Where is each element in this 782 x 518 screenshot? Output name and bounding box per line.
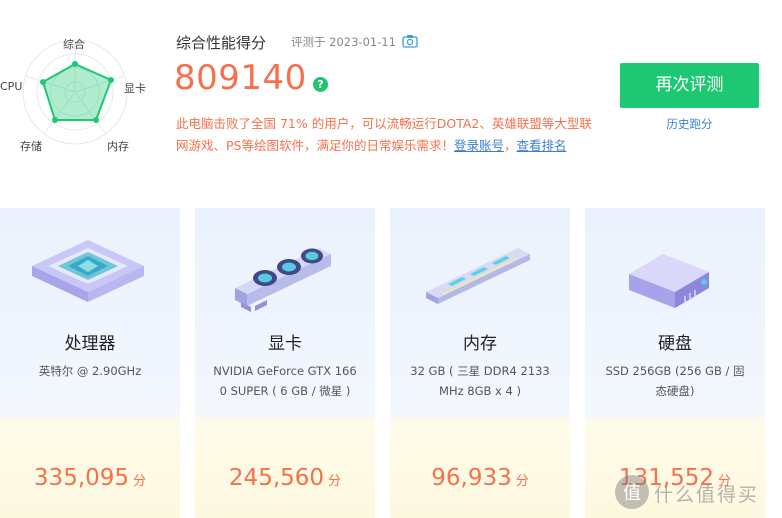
site-watermark: 值 什么值得买	[608, 468, 782, 518]
camera-icon[interactable]	[402, 33, 418, 48]
ranking-link[interactable]: 查看排名	[517, 138, 567, 153]
radar-point-storage	[52, 117, 58, 123]
cpu-card[interactable]: 处理器 英特尔 @ 2.90GHz 335,095 分	[0, 208, 180, 518]
card-title: 硬盘	[658, 334, 692, 354]
radar-point-gpu	[108, 77, 114, 83]
score-value: 96,933	[431, 465, 512, 491]
radar-point-overall	[72, 61, 78, 67]
test-date: 评测于 2023-01-11	[291, 35, 396, 49]
card-spec: SSD 256GB (256 GB / 固态硬盘)	[605, 364, 745, 398]
card-title: 处理器	[64, 334, 116, 354]
radar-label-overall: 综合	[63, 38, 85, 51]
card-spec: NVIDIA GeForce GTX 1660 SUPER ( 6 GB / 微…	[213, 364, 357, 398]
radar-label-storage: 存储	[20, 140, 42, 153]
memory-card[interactable]: 内存 32 GB ( 三星 DDR4 2133MHz 8GB x 4 ) 96,…	[390, 208, 570, 518]
hard-drive-icon	[585, 236, 765, 316]
score-unit: 分	[328, 474, 342, 489]
retest-button[interactable]: 再次评测	[620, 63, 759, 108]
history-scores-link[interactable]: 历史跑分	[620, 116, 759, 132]
radar-point-cpu	[40, 79, 46, 85]
score-unit: 分	[133, 474, 147, 489]
cpu-chip-icon	[0, 236, 180, 316]
score-unit: 分	[515, 474, 529, 489]
radar-point-memory	[93, 117, 99, 123]
result-description: 此电脑击败了全国 71% 的用户，可以流畅运行DOTA2、英雄联盟等大型联网游戏…	[176, 113, 596, 157]
score-value: 335,095	[33, 465, 130, 491]
card-spec: 32 GB ( 三星 DDR4 2133MHz 8GB x 4 )	[410, 364, 550, 398]
watermark-text: 什么值得买	[654, 484, 760, 506]
card-title: 显卡	[268, 334, 302, 354]
card-score: 245,560 分	[195, 465, 375, 491]
watermark-logo-glyph: 值	[623, 483, 641, 504]
link-separator: ，	[504, 138, 517, 153]
radar-label-gpu: 显卡	[124, 82, 146, 95]
card-score: 335,095 分	[0, 465, 180, 491]
help-icon[interactable]: ?	[313, 77, 328, 92]
radar-label-memory: 内存	[107, 140, 129, 153]
ram-stick-icon	[390, 236, 570, 316]
gpu-card[interactable]: 显卡 NVIDIA GeForce GTX 1660 SUPER ( 6 GB …	[195, 208, 375, 518]
watermark-logo-icon: 值	[615, 475, 649, 509]
overall-score: 809140	[174, 58, 307, 98]
performance-radar-chart: 综合 显卡 内存 存储 CPU	[0, 30, 160, 160]
score-value: 245,560	[228, 465, 325, 491]
card-title: 内存	[463, 334, 497, 354]
summary-title: 综合性能得分	[176, 34, 267, 52]
card-spec: 英特尔 @ 2.90GHz	[38, 364, 142, 378]
login-link[interactable]: 登录账号	[454, 138, 504, 153]
graphics-card-icon	[195, 236, 375, 316]
radar-label-cpu: CPU	[0, 80, 23, 93]
card-score: 96,933 分	[390, 465, 570, 491]
